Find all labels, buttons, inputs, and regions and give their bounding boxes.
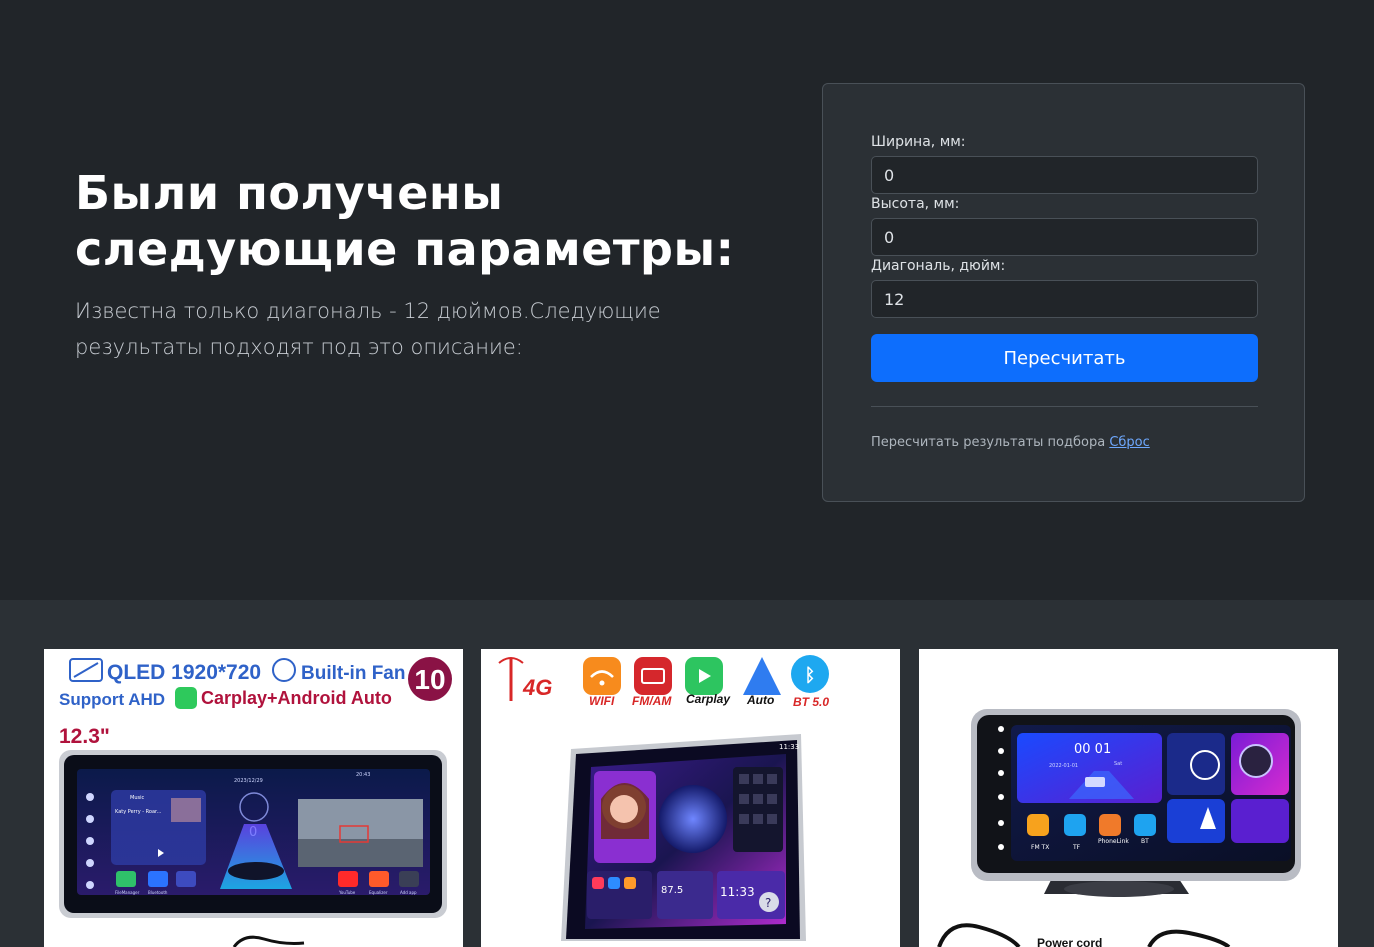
hero-section: Были получены следующие параметры: Извес…	[0, 0, 1374, 600]
android-version: 10	[414, 664, 445, 695]
svg-text:00 01: 00 01	[1074, 742, 1111, 757]
svg-text:Auto: Auto	[746, 693, 774, 707]
svg-text:FM TX: FM TX	[1031, 844, 1049, 851]
height-label: Высота, мм:	[871, 196, 960, 212]
4g-badge: 4G	[522, 675, 552, 700]
product-image: 00 01 2022-01-01 Sat FM TX TF PhoneLink …	[937, 709, 1301, 947]
diagonal-label: Диагональ, дюйм:	[871, 258, 1006, 274]
svg-text:11:33: 11:33	[779, 743, 799, 751]
product-card[interactable]: 4G ᛒ WIFI FM/AM Carplay Auto BT 5.0 11:3…	[481, 649, 900, 947]
width-input[interactable]	[871, 156, 1258, 194]
svg-text:11:33: 11:33	[720, 885, 755, 899]
size-badge: 12.3"	[59, 725, 110, 748]
svg-text:WIFI: WIFI	[589, 694, 615, 708]
carplay-icon	[175, 687, 197, 709]
recalculate-button[interactable]: Пересчитать	[871, 334, 1258, 382]
svg-text:FileManager: FileManager	[115, 890, 140, 895]
svg-text:2023/12/29: 2023/12/29	[234, 778, 263, 784]
svg-text:YouTube: YouTube	[338, 890, 356, 895]
reset-link[interactable]: Сброс	[1109, 435, 1149, 450]
svg-text:BT: BT	[1141, 838, 1149, 845]
fan-badge: Built-in Fan	[301, 663, 405, 684]
svg-text:Equalizer: Equalizer	[369, 890, 388, 895]
svg-text:Carplay: Carplay	[686, 692, 731, 706]
reset-text: Пересчитать результаты подбора	[871, 435, 1106, 450]
svg-text:FM/AM: FM/AM	[632, 694, 672, 708]
radio-icon	[634, 657, 672, 695]
android-auto-icon	[743, 657, 781, 695]
svg-text:Music: Music	[130, 795, 144, 801]
fan-icon	[272, 658, 296, 682]
page-description: Известна только диагональ - 12 дюймов.Сл…	[75, 299, 661, 359]
product-image: 4G ᛒ WIFI FM/AM Carplay Auto BT 5.0 11:3…	[498, 655, 829, 941]
reset-line: Пересчитать результаты подбора Сброс	[871, 435, 1150, 450]
page-title: Были получены следующие параметры:	[75, 166, 735, 276]
svg-text:2022-01-01: 2022-01-01	[1049, 763, 1078, 769]
svg-text:PhoneLink: PhoneLink	[1098, 838, 1129, 845]
svg-text:Bluetooth: Bluetooth	[148, 890, 168, 895]
svg-text:Add app: Add app	[400, 890, 417, 895]
svg-text:BT 5.0: BT 5.0	[793, 695, 829, 709]
radar-widget	[659, 785, 727, 853]
diagonal-input[interactable]	[871, 280, 1258, 318]
parameters-form: Ширина, мм: Высота, мм: Диагональ, дюйм:…	[822, 83, 1305, 502]
svg-text:TF: TF	[1072, 844, 1081, 851]
ahd-badge: Support AHD	[59, 690, 165, 709]
product-card[interactable]: QLED 1920*720 Built-in Fan 10 Support AH…	[44, 649, 463, 947]
svg-text:Sat: Sat	[1114, 761, 1122, 767]
power-cord-caption: Power cord	[1037, 936, 1102, 947]
svg-text:20:43: 20:43	[356, 772, 370, 778]
qled-badge: QLED 1920*720	[107, 661, 261, 684]
height-input[interactable]	[871, 218, 1258, 256]
svg-text:87.5: 87.5	[661, 885, 683, 896]
product-image: QLED 1920*720 Built-in Fan 10 Support AH…	[59, 657, 452, 947]
carplay-badge: Carplay+Android Auto	[201, 688, 392, 708]
wifi-icon	[583, 657, 621, 695]
svg-text:ᛒ: ᛒ	[805, 665, 816, 685]
svg-text:Katy Perry - Roar...: Katy Perry - Roar...	[115, 809, 162, 815]
form-divider	[871, 406, 1258, 407]
svg-text:?: ?	[765, 896, 771, 910]
product-card[interactable]: 00 01 2022-01-01 Sat FM TX TF PhoneLink …	[919, 649, 1338, 947]
width-label: Ширина, мм:	[871, 134, 966, 150]
products-section: QLED 1920*720 Built-in Fan 10 Support AH…	[0, 600, 1374, 947]
